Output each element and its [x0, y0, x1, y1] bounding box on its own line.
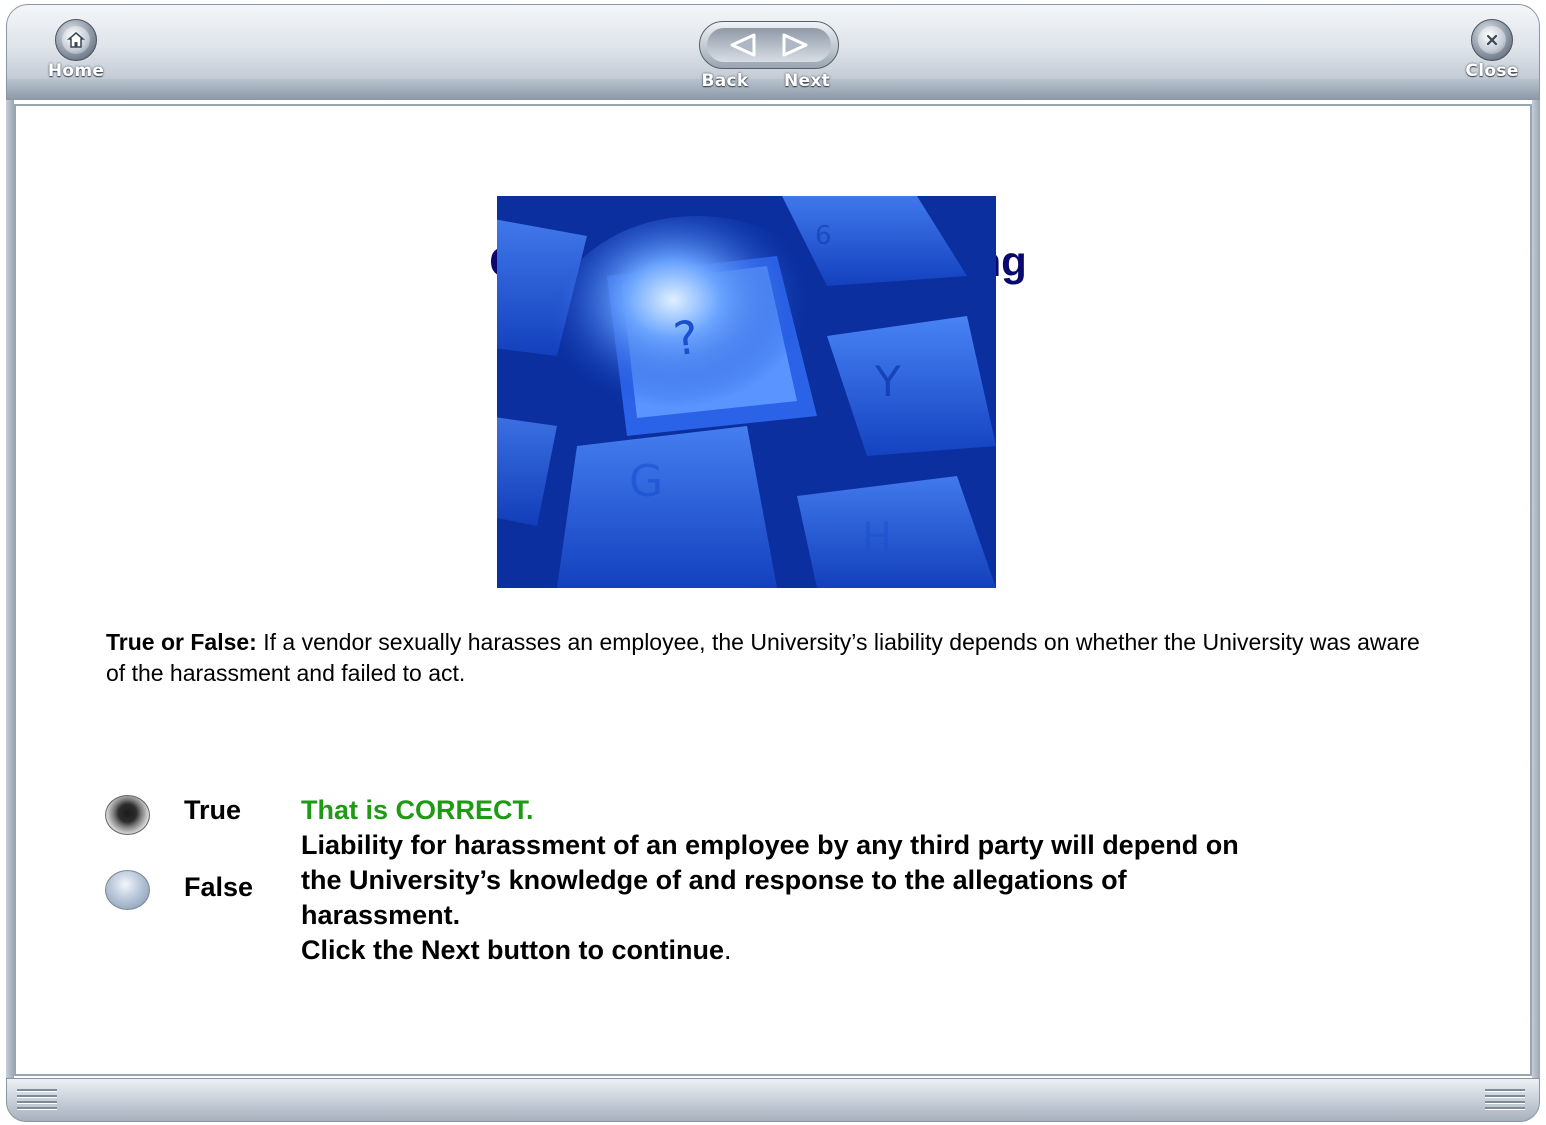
- radio-true[interactable]: [105, 795, 150, 835]
- option-false-label[interactable]: False: [184, 872, 253, 903]
- feedback-panel: That is CORRECT. Liability for harassmen…: [301, 793, 1261, 968]
- svg-text:H: H: [862, 515, 892, 561]
- keyboard-question-image: ? Y G H 6: [497, 196, 996, 588]
- right-grip-icon[interactable]: [1485, 1089, 1525, 1111]
- feedback-instruction-bold: Click the Next button to continue: [301, 935, 724, 965]
- radio-false[interactable]: [105, 870, 150, 910]
- close-button[interactable]: Close: [1457, 19, 1527, 81]
- home-button[interactable]: Home: [41, 19, 111, 81]
- bottom-bar: [6, 1078, 1540, 1122]
- close-icon: [1478, 26, 1506, 54]
- question-prefix: True or False:: [106, 629, 257, 655]
- svg-text:Y: Y: [874, 357, 901, 406]
- left-grip-icon[interactable]: [17, 1089, 57, 1111]
- top-toolbar: Home Back Next Close: [6, 4, 1540, 100]
- home-icon: [62, 26, 90, 54]
- feedback-instruction-tail: .: [724, 935, 732, 965]
- next-button[interactable]: Next: [777, 71, 837, 91]
- feedback-explanation: Liability for harassment of an employee …: [301, 830, 1239, 930]
- left-rail: [6, 100, 14, 1080]
- home-label: Home: [47, 61, 105, 81]
- svg-text:6: 6: [815, 221, 832, 251]
- back-button[interactable]: Back: [695, 71, 755, 91]
- toolbar-shade: [7, 79, 1539, 99]
- home-button-ring: [55, 19, 97, 61]
- back-next-pill-inner: [707, 28, 831, 62]
- feedback-instruction: Click the Next button to continue.: [301, 933, 1261, 968]
- right-rail: [1532, 100, 1540, 1080]
- back-arrow-icon[interactable]: [726, 32, 760, 58]
- svg-text:G: G: [629, 456, 663, 507]
- question-text: True or False: If a vendor sexually hara…: [106, 627, 1426, 689]
- course-window: Home Back Next Close ? Y G H 6 True or F…: [0, 0, 1546, 1125]
- feedback-status: That is CORRECT.: [301, 795, 534, 825]
- option-true-label[interactable]: True: [184, 795, 241, 826]
- close-label: Close: [1465, 61, 1519, 81]
- next-arrow-icon[interactable]: [778, 32, 812, 58]
- close-button-ring: [1471, 19, 1513, 61]
- back-next-pill: [699, 21, 839, 69]
- question-body: If a vendor sexually harasses an employe…: [106, 629, 1420, 686]
